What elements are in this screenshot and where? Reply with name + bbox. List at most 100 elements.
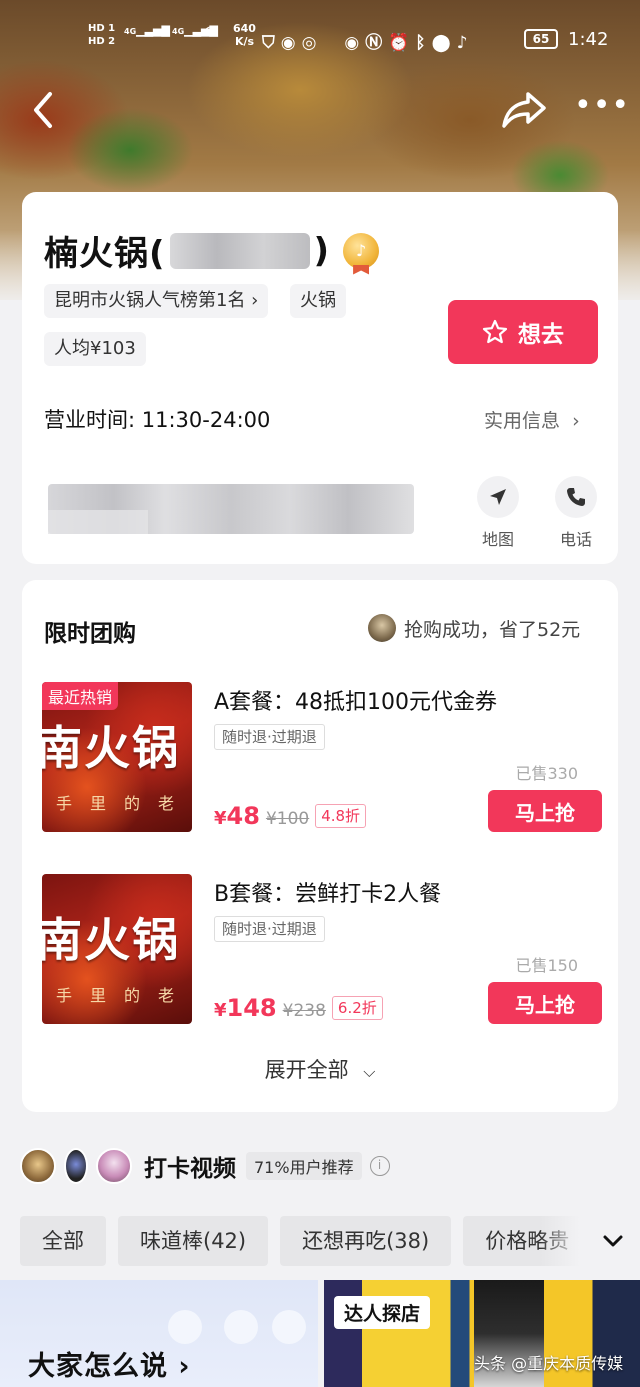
chip-all[interactable]: 全部 <box>20 1216 106 1266</box>
buyer-note-text: 抢购成功，省了52元 <box>404 618 581 641</box>
price-value: 48 <box>226 802 260 830</box>
expert-visit-tag: 达人探店 <box>334 1296 431 1329</box>
expand-chips-button[interactable] <box>600 1228 626 1254</box>
video-section-title: 打卡视频 <box>144 1156 236 1182</box>
sim-indicator: HD 1 HD 2 <box>88 22 115 48</box>
mute-icon: ♪ <box>456 33 474 53</box>
expand-all-label: 展开全部 <box>264 1058 349 1082</box>
deal-item-b[interactable]: 南火锅 手里的老火 B套餐：尝鲜打卡2人餐 随时退·过期退 已售150 ¥148… <box>42 874 602 1024</box>
wifi-icon: ◠ <box>204 22 218 43</box>
deal-image[interactable]: 最近热销 南火锅 手里的老火 <box>42 682 192 832</box>
avatar <box>96 1148 132 1184</box>
chevron-right-icon: › <box>572 410 580 432</box>
avatar <box>20 1148 56 1184</box>
discount-badge: 6.2折 <box>331 996 383 1020</box>
status-icons: ⛉◉◎ ◉Ⓝ⏰ᛒ⬤♪ <box>262 28 473 53</box>
deal-item-a[interactable]: 最近热销 南火锅 手里的老火 A套餐：48抵扣100元代金券 随时退·过期退 已… <box>42 682 602 832</box>
share-button[interactable] <box>500 88 548 132</box>
shield-icon: ⛉ <box>262 33 281 53</box>
more-icon: ••• <box>574 88 631 123</box>
util-info-link[interactable]: 实用信息 › <box>484 406 580 433</box>
chevron-left-icon <box>34 92 52 128</box>
user-icon: ◉ <box>280 33 302 53</box>
grab-button[interactable]: 马上抢 <box>488 982 602 1024</box>
chevron-down-icon <box>603 1235 623 1247</box>
blurred-branch-name <box>169 232 310 269</box>
avatar <box>64 1148 88 1184</box>
want-to-go-button[interactable]: 想去 <box>448 300 598 364</box>
phone-circle <box>555 476 597 518</box>
original-price: ¥100 <box>265 809 310 829</box>
refund-badge: 随时退·过期退 <box>214 724 325 750</box>
deal-section-title: 限时团购 <box>44 621 136 647</box>
map-button[interactable]: 地图 <box>468 476 528 550</box>
sold-count: 已售150 <box>515 956 578 975</box>
info-icon[interactable]: i <box>369 1156 390 1176</box>
phone-icon <box>567 488 585 506</box>
deal-image-subtitle: 手里的老火 <box>56 986 192 1005</box>
currency-symbol: ¥ <box>214 808 227 829</box>
phone-button[interactable]: 电话 <box>546 476 606 550</box>
map-circle <box>477 476 519 518</box>
want-label: 想去 <box>518 322 564 348</box>
status-bar: HD 1 HD 2 4G▁▃▅▇ 4G▁▃▅▇ ◠ 640 K/s ⛉◉◎ ◉Ⓝ… <box>0 18 640 62</box>
speed-value: 640 <box>233 22 256 35</box>
watermark: 头条 @重庆本质传媒 <box>474 1354 624 1373</box>
price-row: ¥48 ¥100 4.8折 <box>214 802 367 830</box>
wechat-icon: ◎ <box>301 33 323 53</box>
rank-tag[interactable]: 昆明市火锅人气榜第1名 › <box>44 284 269 318</box>
share-icon <box>502 92 546 128</box>
business-hours: 营业时间: 11:30-24:00 <box>44 408 271 432</box>
checkin-video-header[interactable]: 打卡视频 71%用户推荐 i <box>20 1146 390 1186</box>
shop-title-row: 楠火锅( ) ♪ <box>44 226 380 275</box>
network-speed: 640 K/s <box>233 22 256 48</box>
category-tag[interactable]: 火锅 <box>290 284 346 318</box>
filter-chips: 全部 味道棒(42) 还想再吃(38) 价格略贵 <box>20 1216 592 1266</box>
avg-price-tag: 人均¥103 <box>44 332 146 366</box>
phone-label: 电话 <box>559 530 592 549</box>
more-button[interactable]: ••• <box>574 91 629 126</box>
buyer-notice: 抢购成功，省了52元 <box>368 614 580 642</box>
navigation-arrow-icon <box>490 489 506 505</box>
status-time: 1:42 <box>568 29 609 50</box>
grab-button[interactable]: 马上抢 <box>488 790 602 832</box>
deal-image-subtitle: 手里的老火 <box>56 794 192 813</box>
nfc-icon: Ⓝ <box>365 33 389 53</box>
chip-tasty[interactable]: 味道棒(42) <box>118 1216 269 1266</box>
reviews-heading-link[interactable]: 大家怎么说 › <box>28 1344 191 1383</box>
speed-unit: K/s <box>234 35 255 48</box>
decor-dot <box>272 1310 306 1344</box>
battery-level: 65 <box>532 32 550 46</box>
sim1-label: HD 1 <box>88 23 116 34</box>
decor-dot <box>168 1310 202 1344</box>
price-row: ¥148 ¥238 6.2折 <box>214 994 383 1022</box>
refund-badge: 随时退·过期退 <box>214 916 325 942</box>
chip-eat-again[interactable]: 还想再吃(38) <box>280 1216 452 1266</box>
shop-name-close: ) <box>313 230 330 271</box>
medal-icon[interactable]: ♪ <box>343 232 380 269</box>
deal-image-title: 南火锅 <box>42 721 180 775</box>
deal-name: B套餐：尝鲜打卡2人餐 <box>214 882 442 907</box>
back-button[interactable] <box>28 90 58 130</box>
battery-icon: 65 <box>524 29 558 49</box>
expand-all-button[interactable]: 展开全部 ⌵ <box>22 1054 618 1084</box>
deal-name: A套餐：48抵扣100元代金券 <box>214 690 498 715</box>
price-value: 148 <box>226 994 277 1022</box>
sim2-label: HD 2 <box>88 36 116 47</box>
deal-image[interactable]: 南火锅 手里的老火 <box>42 874 192 1024</box>
map-label: 地图 <box>481 530 514 549</box>
signal-icon-1: 4G▁▃▅▇ <box>124 24 170 37</box>
eye-icon: ◉ <box>344 33 366 53</box>
group-deal-card: 限时团购 抢购成功，省了52元 最近热销 南火锅 手里的老火 A套餐：48抵扣1… <box>22 580 618 1112</box>
decor-dot <box>224 1310 258 1344</box>
current-price: ¥48 <box>214 802 260 830</box>
currency-symbol: ¥ <box>214 1000 227 1021</box>
discount-badge: 4.8折 <box>315 804 367 828</box>
blurred-address-line2 <box>48 510 148 534</box>
current-price: ¥148 <box>214 994 277 1022</box>
shop-name: 楠火锅( <box>44 234 166 274</box>
deal-image-title: 南火锅 <box>42 913 180 967</box>
bluetooth-icon: ᛒ <box>415 33 432 53</box>
alarm-icon: ⏰ <box>388 33 416 53</box>
original-price: ¥238 <box>282 1001 326 1021</box>
